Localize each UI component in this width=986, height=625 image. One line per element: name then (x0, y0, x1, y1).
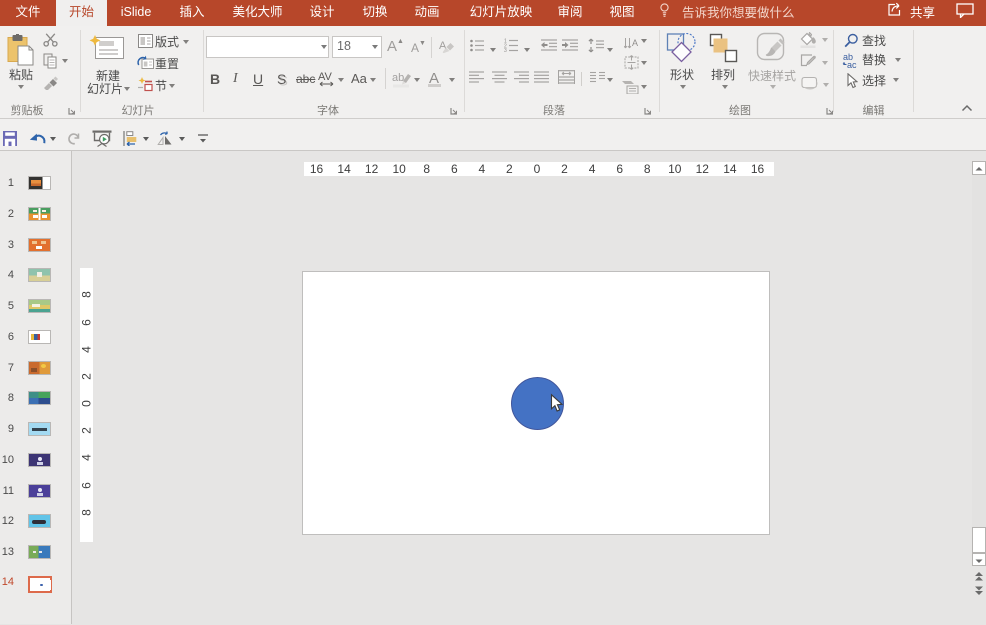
svg-text:3: 3 (504, 48, 507, 52)
svg-text:ab: ab (392, 72, 404, 84)
svg-text:ac: ac (847, 60, 857, 69)
svg-text:A: A (632, 38, 638, 48)
svg-text:AV: AV (318, 71, 333, 83)
